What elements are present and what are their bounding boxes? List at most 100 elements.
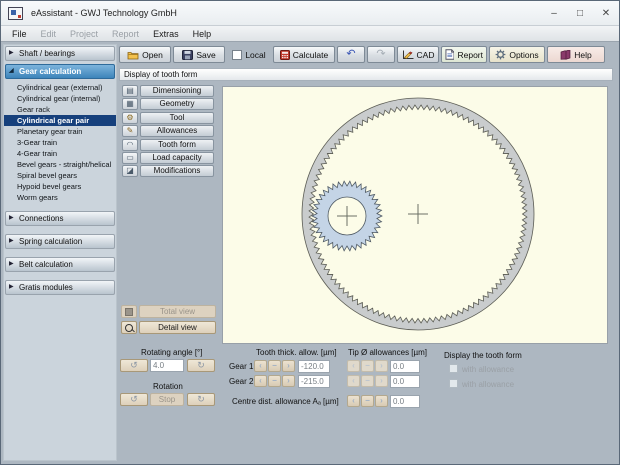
modifications-icon[interactable]: ◪ (122, 165, 138, 178)
sidebar-item-planetary-gear-train[interactable]: Planetary gear train (4, 126, 116, 137)
load-capacity-button[interactable]: Load capacity (140, 151, 214, 164)
sidebar-item-gratis-modules[interactable]: Gratis modules (5, 280, 115, 295)
gear1-stepper: ‹ − › (254, 360, 295, 372)
sidebar-item-bevel-gears[interactable]: Bevel gears - straight/helical (4, 159, 116, 170)
tool-button[interactable]: Tool (140, 111, 214, 124)
centre-dist-allowance-input[interactable] (390, 395, 420, 408)
gear2-minus-button[interactable]: − (268, 375, 281, 387)
with-allowance-label-2: with allowance (462, 380, 515, 389)
redo-icon: ↷ (376, 48, 386, 60)
tooth-form-icon[interactable]: ◠ (122, 138, 138, 151)
menu-item-file[interactable]: File (5, 29, 34, 39)
magnifier-icon (125, 323, 133, 332)
menu-item-report: Report (112, 28, 140, 39)
sidebar-item-gear-rack[interactable]: Gear rack (4, 104, 116, 115)
close-button[interactable]: ✕ (593, 1, 619, 25)
gear1-minus-button[interactable]: − (268, 360, 281, 372)
rotate-angle-ccw-button[interactable]: ↺ (120, 359, 148, 372)
tooth-form-canvas[interactable] (222, 86, 608, 344)
geometry-icon[interactable]: ▦ (122, 98, 138, 111)
title-bar[interactable]: eAssistant - GWJ Technology GmbH – □ ✕ (1, 1, 619, 26)
total-view-row: Total view (121, 305, 216, 318)
sidebar-item-spiral-bevel-gears[interactable]: Spiral bevel gears (4, 170, 116, 181)
allowances-button[interactable]: Allowances (140, 125, 214, 138)
tooth-thick-allow-label: Tooth thick. allow. [µm] (256, 348, 337, 357)
gear-icon (495, 49, 506, 60)
local-checkbox[interactable] (232, 49, 243, 60)
sidebar-item-3-gear-train[interactable]: 3-Gear train (4, 137, 116, 148)
help-book-icon (560, 49, 571, 60)
sidebar-item-cylindrical-gear-external[interactable]: Cylindrical gear (external) (4, 82, 116, 93)
tip2-minus-button: − (361, 375, 374, 387)
modifications-button[interactable]: Modifications (140, 165, 214, 178)
gear2-prev-button[interactable]: ‹ (254, 375, 267, 387)
calculate-button[interactable]: Calculate (273, 46, 335, 63)
detail-view-icon[interactable] (121, 321, 137, 334)
sidebar-item-connections[interactable]: Connections (5, 211, 115, 226)
report-button[interactable]: Report (441, 46, 487, 63)
cad-icon (402, 50, 414, 59)
tip2-allowance-input[interactable] (390, 375, 420, 388)
sidebar-item-cylindrical-gear-pair[interactable]: Cylindrical gear pair (4, 115, 116, 126)
help-button[interactable]: Help (547, 46, 605, 63)
menu-item-help[interactable]: Help (186, 29, 219, 39)
gear2-allowance-input[interactable] (298, 375, 330, 388)
sidebar-item-cylindrical-gear-internal[interactable]: Cylindrical gear (internal) (4, 93, 116, 104)
detail-view-row: Detail view (121, 321, 216, 334)
tip2-stepper: ‹ − › (347, 375, 388, 387)
tool-icon[interactable]: ⚙ (122, 111, 138, 124)
open-button[interactable]: Open (119, 46, 171, 63)
allowances-icon[interactable]: ✎ (122, 125, 138, 138)
detail-view-button[interactable]: Detail view (139, 321, 216, 334)
tip2-prev-button: ‹ (347, 375, 360, 387)
options-button[interactable]: Options (489, 46, 545, 63)
with-allowance-checkbox-2 (449, 379, 458, 388)
sidebar-item-shaft-bearings[interactable]: Shaft / bearings (5, 46, 115, 61)
gear1-prev-button[interactable]: ‹ (254, 360, 267, 372)
stop-button: Stop (150, 393, 184, 406)
dimensioning-icon[interactable]: ▤ (122, 85, 138, 97)
minimize-button[interactable]: – (541, 1, 567, 25)
tip1-allowance-input[interactable] (390, 360, 420, 373)
undo-button[interactable]: ↶ (337, 46, 365, 63)
tip2-next-button: › (375, 375, 388, 387)
menu-item-extras[interactable]: Extras (146, 29, 186, 39)
with-allowance-label-1: with allowance (462, 365, 515, 374)
tooth-form-button[interactable]: Tooth form (140, 138, 214, 151)
save-floppy-icon (182, 49, 194, 60)
tip-allowances-label: Tip Ø allowances [µm] (348, 348, 428, 357)
rotation-cw-button[interactable]: ↻ (187, 393, 215, 406)
save-button[interactable]: Save (173, 46, 225, 63)
tip1-minus-button: − (361, 360, 374, 372)
sidebar-item-gear-calculation[interactable]: Gear calculation (5, 64, 115, 79)
rotate-angle-cw-button[interactable]: ↻ (187, 359, 215, 372)
report-document-icon (445, 49, 455, 60)
total-view-button: Total view (139, 305, 216, 318)
cad-button[interactable]: CAD (397, 46, 439, 63)
gear1-allowance-input[interactable] (298, 360, 330, 373)
main-toolbar: Open Save Local Calculate ↶ ↷ CAD Report (119, 46, 605, 63)
rotation-ccw-button[interactable]: ↺ (120, 393, 148, 406)
tip1-prev-button: ‹ (347, 360, 360, 372)
sidebar-item-spring-calculation[interactable]: Spring calculation (5, 234, 115, 249)
load-capacity-icon[interactable]: ▭ (122, 151, 138, 164)
display-tooth-form-label: Display the tooth form (444, 351, 522, 360)
centre-dist-next-button[interactable]: › (375, 395, 388, 407)
gear1-next-button[interactable]: › (282, 360, 295, 372)
gear1-label: Gear 1 (229, 362, 254, 371)
window-title: eAssistant - GWJ Technology GmbH (31, 8, 177, 18)
sidebar-item-worm-gears[interactable]: Worm gears (4, 192, 116, 203)
rotating-angle-input[interactable] (150, 359, 184, 372)
centre-dist-minus-button[interactable]: − (361, 395, 374, 407)
sidebar-item-hypoid-bevel-gears[interactable]: Hypoid bevel gears (4, 181, 116, 192)
dimensioning-button[interactable]: Dimensioning (140, 85, 214, 97)
open-folder-icon (127, 51, 139, 59)
geometry-button[interactable]: Geometry (140, 98, 214, 111)
maximize-button[interactable]: □ (567, 1, 593, 25)
centre-dist-prev-button[interactable]: ‹ (347, 395, 360, 407)
sidebar-item-4-gear-train[interactable]: 4-Gear train (4, 148, 116, 159)
local-checkbox-group[interactable]: Local (227, 46, 271, 63)
gear2-next-button[interactable]: › (282, 375, 295, 387)
sidebar-item-belt-calculation[interactable]: Belt calculation (5, 257, 115, 272)
rotation-label: Rotation (153, 382, 183, 391)
